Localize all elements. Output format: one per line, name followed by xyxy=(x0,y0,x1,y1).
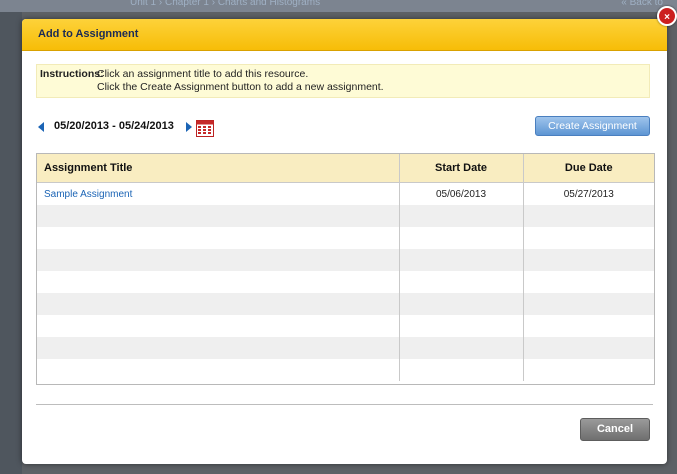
add-to-assignment-dialog: Add to Assignment Instructions: Click an… xyxy=(22,19,667,464)
assignments-table: Assignment Title Start Date Due Date Sam… xyxy=(36,153,655,385)
instructions-line-1: Click an assignment title to add this re… xyxy=(97,68,309,80)
table-row-empty xyxy=(37,359,654,381)
table-row-empty xyxy=(37,315,654,337)
assignment-title-link[interactable]: Sample Assignment xyxy=(44,189,132,200)
due-date-cell: 05/27/2013 xyxy=(522,182,654,205)
footer-divider xyxy=(36,404,653,405)
triangle-right-icon[interactable] xyxy=(186,122,192,132)
dialog-title: Add to Assignment xyxy=(22,19,667,51)
instructions-line-2: Click the Create Assignment button to ad… xyxy=(97,81,384,93)
start-date-cell: 05/06/2013 xyxy=(398,182,523,205)
table-row-empty xyxy=(37,205,654,227)
triangle-left-icon[interactable] xyxy=(38,122,44,132)
table-row-empty xyxy=(37,249,654,271)
background-page-strip: Unit 1 › Chapter 1 › Charts and Histogra… xyxy=(0,0,677,12)
cancel-button[interactable]: Cancel xyxy=(580,418,650,441)
column-header-title[interactable]: Assignment Title xyxy=(37,154,399,183)
table-header-row: Assignment Title Start Date Due Date xyxy=(37,154,654,183)
table-row-empty xyxy=(37,271,654,293)
calendar-icon[interactable] xyxy=(196,120,214,137)
table-row-empty xyxy=(37,337,654,359)
date-range-label: 05/20/2013 - 05/24/2013 xyxy=(54,120,174,132)
table-row-empty xyxy=(37,227,654,249)
create-assignment-button[interactable]: Create Assignment xyxy=(535,116,650,136)
table-row[interactable]: Sample Assignment 05/06/2013 05/27/2013 xyxy=(37,182,654,205)
table-row-empty xyxy=(37,293,654,315)
column-header-due-date[interactable]: Due Date xyxy=(522,154,654,183)
column-header-start-date[interactable]: Start Date xyxy=(398,154,523,183)
instructions-label: Instructions: xyxy=(40,68,104,80)
close-icon[interactable]: × xyxy=(657,6,677,26)
background-breadcrumb: Unit 1 › Chapter 1 › Charts and Histogra… xyxy=(130,0,321,8)
instructions-box: Instructions: Click an assignment title … xyxy=(36,64,650,98)
background-sidebar xyxy=(0,12,22,474)
background-back-link: « Back to xyxy=(621,0,663,8)
